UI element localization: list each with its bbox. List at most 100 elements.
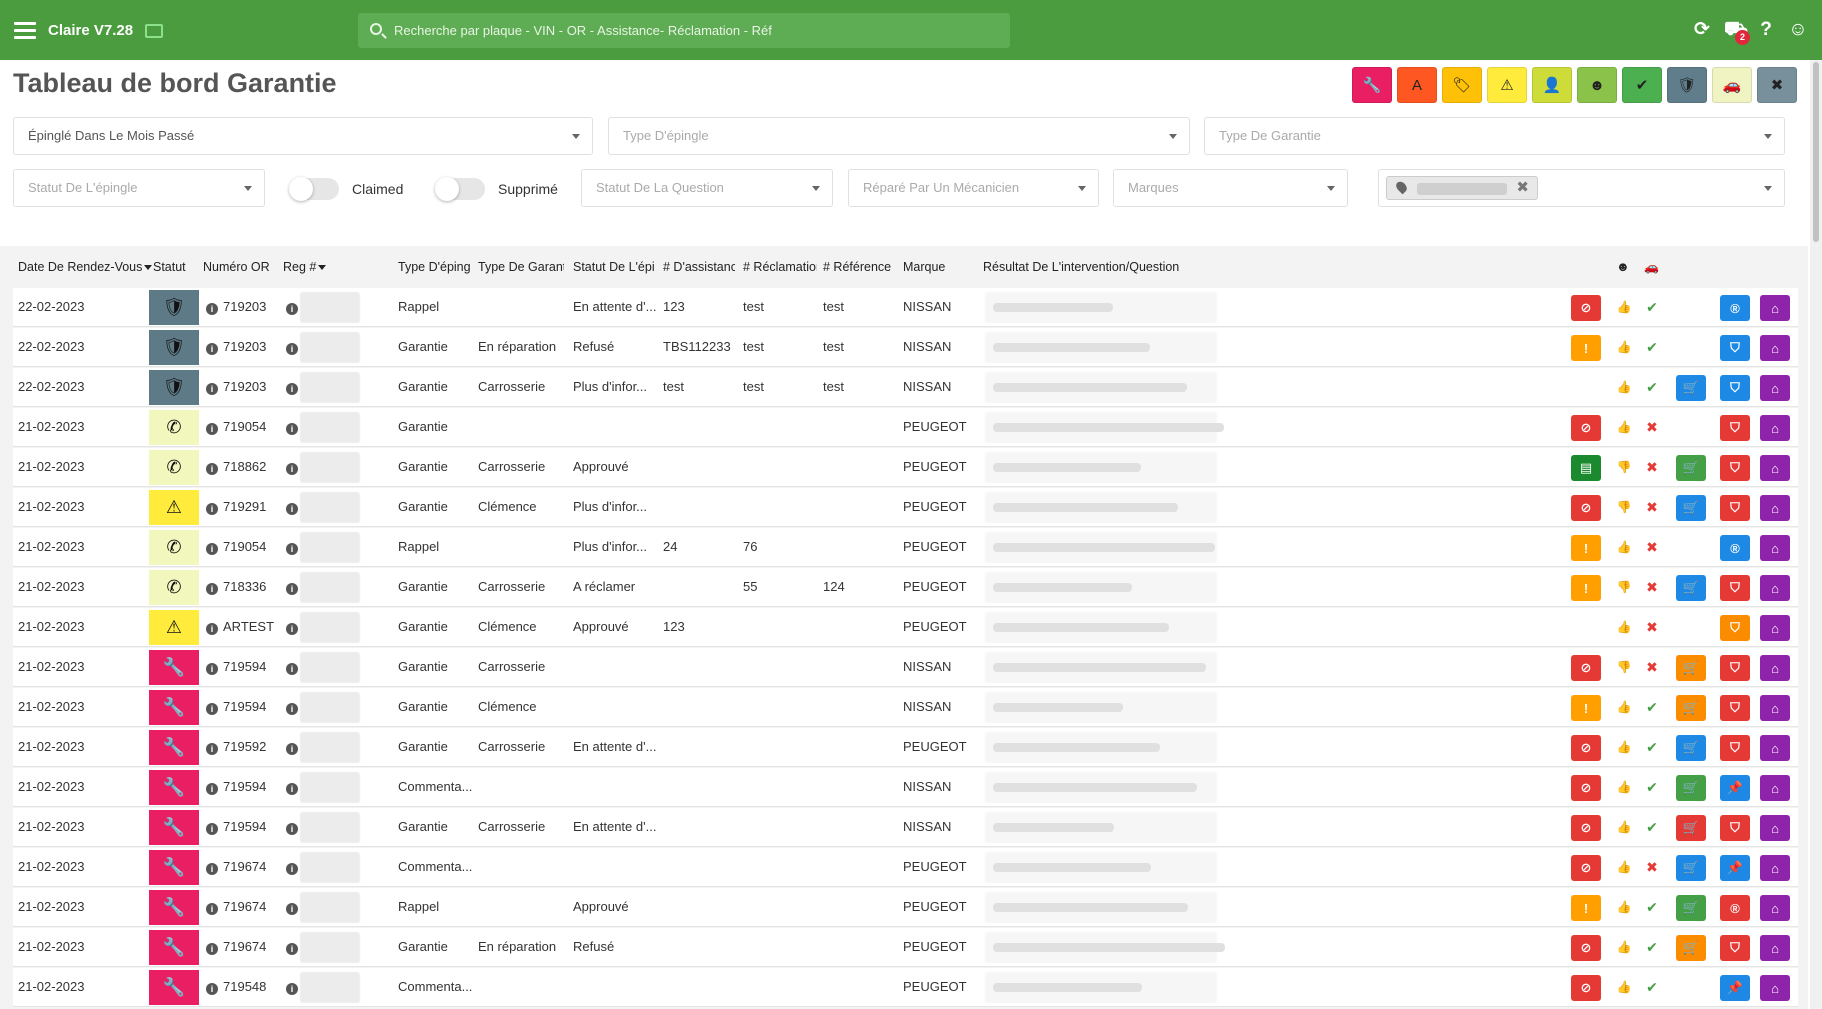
table-row[interactable]: 21-02-2023 🔧 i 719674 i Commenta... PEUGEOT ⊘ 👍 ✖… [13, 848, 1798, 887]
help-icon[interactable]: ? [1756, 20, 1776, 40]
cart-button[interactable]: 🛒 [1676, 375, 1706, 401]
filter-button-wrench[interactable]: 🔧 [1352, 67, 1392, 103]
status-cell[interactable]: 🔧 [149, 850, 199, 885]
col-claim[interactable]: # Réclamation [743, 260, 817, 274]
action-button-red-shield[interactable]: ⛉ [1720, 455, 1750, 481]
hamburger-menu-icon[interactable] [14, 22, 36, 39]
action-button-ban[interactable]: ⊘ [1571, 935, 1601, 961]
deleted-toggle[interactable] [435, 177, 485, 201]
or-cell[interactable]: i 719674 [206, 859, 266, 875]
status-cell[interactable]: 🔧 [149, 770, 199, 805]
status-cell[interactable]: 🔧 [149, 730, 199, 765]
status-cell[interactable]: 🔧 [149, 810, 199, 845]
pin-type-select[interactable]: Type D'épingle [608, 117, 1190, 155]
table-row[interactable]: 21-02-2023 ⚠ i ARTEST i Garantie Clémence Appro… [13, 608, 1798, 647]
home-button[interactable]: ⌂ [1760, 855, 1790, 881]
cross-icon[interactable]: ✖ [1644, 619, 1660, 635]
question-status-select[interactable]: Statut De La Question [581, 169, 833, 207]
check-icon[interactable]: ✔ [1644, 979, 1660, 995]
col-assist[interactable]: # D'assistance [663, 260, 735, 274]
action-button-ban[interactable]: ⊘ [1571, 975, 1601, 1001]
filter-button-car[interactable]: 🚗 [1712, 67, 1752, 103]
action-button-ban[interactable]: ⊘ [1571, 655, 1601, 681]
or-cell[interactable]: i 718862 [206, 459, 266, 475]
status-cell[interactable]: 🛡 [149, 290, 199, 325]
status-cell[interactable]: ✆ [149, 530, 199, 565]
home-button[interactable]: ⌂ [1760, 415, 1790, 441]
cross-icon[interactable]: ✖ [1644, 499, 1660, 515]
thumb-up-icon[interactable]: 👍 [1616, 859, 1632, 875]
status-cell[interactable]: ✆ [149, 570, 199, 605]
check-icon[interactable]: ✔ [1644, 899, 1660, 915]
action-button-red-shield[interactable]: ⛉ [1720, 815, 1750, 841]
thumb-up-icon[interactable]: 👍 [1616, 899, 1632, 915]
status-cell[interactable]: 🔧 [149, 970, 199, 1005]
home-button[interactable]: ⌂ [1760, 615, 1790, 641]
or-cell[interactable]: i 719674 [206, 939, 266, 955]
check-icon[interactable]: ✔ [1644, 339, 1660, 355]
action-button-blue-pin[interactable]: 📌 [1720, 775, 1750, 801]
home-button[interactable]: ⌂ [1760, 375, 1790, 401]
home-button[interactable]: ⌂ [1760, 335, 1790, 361]
action-button-blue-pin[interactable]: 📌 [1720, 855, 1750, 881]
home-button[interactable]: ⌂ [1760, 695, 1790, 721]
action-button-red-shield[interactable]: ⛉ [1720, 575, 1750, 601]
action-button-ban[interactable]: ⊘ [1571, 295, 1601, 321]
col-warranty-type[interactable]: Type De Garantie [478, 260, 564, 274]
home-button[interactable]: ⌂ [1760, 655, 1790, 681]
table-row[interactable]: 21-02-2023 🔧 i 719594 i Garantie Carrosserie En… [13, 808, 1798, 847]
table-row[interactable]: 21-02-2023 ✆ i 718336 i Garantie Carrosserie A … [13, 568, 1798, 607]
or-cell[interactable]: i 719291 [206, 499, 266, 515]
table-row[interactable]: 21-02-2023 🔧 i 719594 i Garantie Clémence NISSA… [13, 688, 1798, 727]
thumb-up-icon[interactable]: 👍 [1616, 779, 1632, 795]
or-cell[interactable]: i 719592 [206, 739, 266, 755]
filter-button-warning[interactable]: ⚠ [1487, 67, 1527, 103]
action-button-ban[interactable]: ⊘ [1571, 495, 1601, 521]
home-button[interactable]: ⌂ [1760, 495, 1790, 521]
table-row[interactable]: 21-02-2023 🔧 i 719674 i Rappel Approuvé PEUGEOT… [13, 888, 1798, 927]
action-button-red-shield[interactable]: ⛉ [1720, 655, 1750, 681]
filter-button-letter-a[interactable]: A [1397, 67, 1437, 103]
thumb-down-icon[interactable]: 👎 [1616, 459, 1632, 475]
thumb-down-icon[interactable]: 👎 [1616, 579, 1632, 595]
thumb-down-icon[interactable]: 👎 [1616, 499, 1632, 515]
home-button[interactable]: ⌂ [1760, 735, 1790, 761]
or-cell[interactable]: i 719054 [206, 419, 266, 435]
or-cell[interactable]: i 719594 [206, 659, 266, 675]
action-button-blue-circle[interactable]: ® [1720, 535, 1750, 561]
page-scrollbar[interactable] [1810, 60, 1822, 1009]
action-button-blue-shield[interactable]: ⛉ [1720, 375, 1750, 401]
home-button[interactable]: ⌂ [1760, 575, 1790, 601]
filter-button-face[interactable]: ☻ [1577, 67, 1617, 103]
action-button-ban[interactable]: ⊘ [1571, 775, 1601, 801]
home-button[interactable]: ⌂ [1760, 455, 1790, 481]
thumb-up-icon[interactable]: 👍 [1616, 979, 1632, 995]
table-row[interactable]: 21-02-2023 🔧 i 719592 i Garantie Carrosserie En… [13, 728, 1798, 767]
or-cell[interactable]: i 719674 [206, 899, 266, 915]
action-button-blue-shield[interactable]: ⛉ [1720, 335, 1750, 361]
table-row[interactable]: 21-02-2023 ⚠ i 719291 i Garantie Clémence Plus … [13, 488, 1798, 527]
check-icon[interactable]: ✔ [1644, 739, 1660, 755]
action-button-warn[interactable]: ! [1571, 895, 1601, 921]
col-reg[interactable]: Reg # [283, 260, 343, 274]
filter-button-user-check[interactable]: 👤 [1532, 67, 1572, 103]
col-status[interactable]: Statut [153, 260, 203, 274]
cart-button[interactable]: 🛒 [1676, 655, 1706, 681]
cart-button[interactable]: 🛒 [1676, 855, 1706, 881]
cross-icon[interactable]: ✖ [1644, 659, 1660, 675]
home-button[interactable]: ⌂ [1760, 975, 1790, 1001]
cart-button[interactable]: 🛒 [1676, 815, 1706, 841]
pinned-period-select[interactable]: Épinglé Dans Le Mois Passé [13, 117, 593, 155]
thumb-up-icon[interactable]: 👍 [1616, 819, 1632, 835]
thumb-up-icon[interactable]: 👍 [1616, 739, 1632, 755]
check-icon[interactable]: ✔ [1644, 819, 1660, 835]
action-button-warn[interactable]: ! [1571, 535, 1601, 561]
action-button-red-shield[interactable]: ⛉ [1720, 695, 1750, 721]
scrollbar-thumb[interactable] [1813, 62, 1819, 242]
or-cell[interactable]: i 718336 [206, 579, 266, 595]
cart-button[interactable]: 🛒 [1676, 575, 1706, 601]
table-row[interactable]: 21-02-2023 🔧 i 719594 i Commenta... NISSAN ⊘ 👍 ✔ 🛒… [13, 768, 1798, 807]
cart-button[interactable]: 🛒 [1676, 695, 1706, 721]
cart-button[interactable]: 🛒 [1676, 775, 1706, 801]
or-cell[interactable]: i 719594 [206, 779, 266, 795]
